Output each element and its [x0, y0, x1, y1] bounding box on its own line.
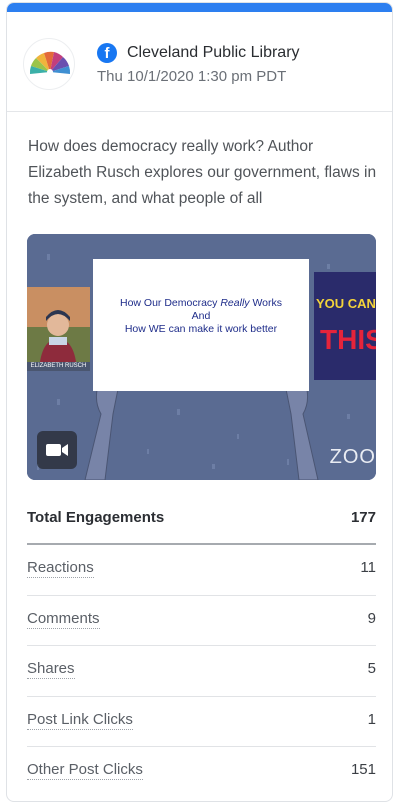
book-title-word: THIS: [320, 324, 376, 355]
metric-value: 151: [350, 761, 376, 778]
slide-line-1: How Our Democracy Really Works: [119, 297, 283, 309]
library-logo-icon[interactable]: [23, 38, 75, 90]
speaker-image: [27, 287, 90, 371]
metric-label: Total Engagements: [27, 509, 165, 526]
whiteboard-slide: How Our Democracy Really Works And How W…: [93, 259, 309, 391]
metric-row-total-engagements: Total Engagements 177: [27, 497, 376, 545]
metric-value: 11: [360, 559, 376, 576]
metric-value: 177: [350, 509, 376, 526]
video-camera-icon[interactable]: [37, 431, 77, 469]
metric-row-shares: Shares 5: [27, 646, 376, 697]
post-card: f Cleveland Public Library Thu 10/1/2020…: [6, 2, 393, 802]
speaker-name-label: ELIZABETH RUSCH: [27, 362, 90, 371]
slide-line-3: How WE can make it work better: [124, 323, 278, 335]
metric-value: 9: [367, 609, 376, 627]
engagement-metrics: Total Engagements 177 Reactions 11 Comme…: [27, 497, 376, 798]
metric-row-post-link-clicks: Post Link Clicks 1: [27, 697, 376, 747]
book-title: YOU CAN: [316, 296, 376, 311]
metric-row-other-post-clicks: Other Post Clicks 151: [27, 747, 376, 798]
book-cover: YOU CAN THIS: [314, 272, 376, 380]
slide-line-2: And: [191, 310, 211, 322]
metric-label[interactable]: Reactions: [27, 559, 94, 578]
zoom-watermark: ZOO: [329, 446, 376, 468]
page-name[interactable]: Cleveland Public Library: [127, 44, 300, 62]
post-timestamp: Thu 10/1/2020 1:30 pm PDT: [97, 68, 287, 85]
metric-row-comments: Comments 9: [27, 596, 376, 646]
post-text: How does democracy really work? Author E…: [28, 134, 378, 216]
metric-row-reactions: Reactions 11: [27, 545, 376, 596]
metric-label[interactable]: Other Post Clicks: [27, 761, 143, 780]
post-header: f Cleveland Public Library Thu 10/1/2020…: [7, 12, 392, 112]
post-media-thumbnail[interactable]: How Our Democracy Really Works And How W…: [27, 234, 376, 480]
metric-value: 5: [367, 660, 376, 677]
metric-label[interactable]: Comments: [27, 610, 100, 629]
text-fade: [308, 190, 378, 216]
facebook-icon: f: [97, 43, 117, 63]
metric-value: 1: [367, 710, 376, 728]
card-accent-bar: [7, 3, 392, 12]
metric-label[interactable]: Post Link Clicks: [27, 711, 133, 730]
metric-label[interactable]: Shares: [27, 660, 75, 679]
webcam-feed: ELIZABETH RUSCH: [27, 287, 90, 371]
